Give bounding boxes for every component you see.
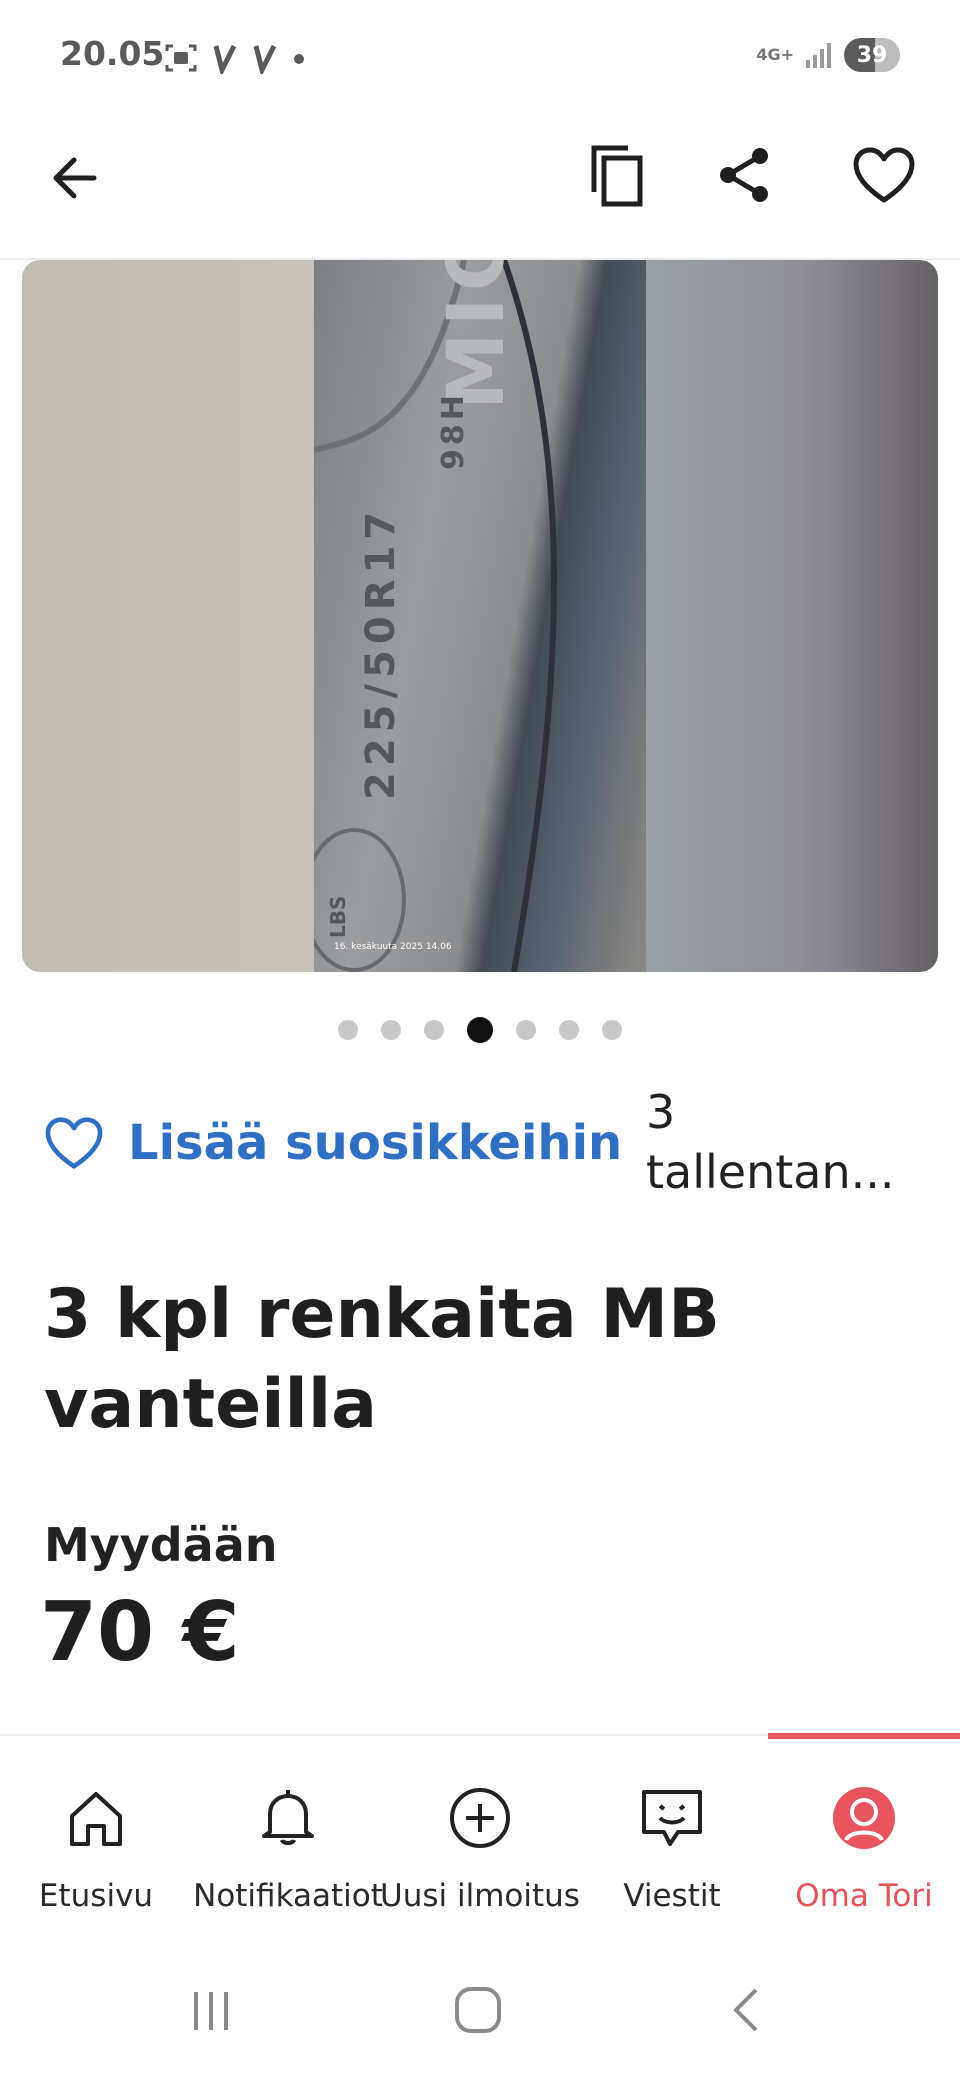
nav-item-etusivu[interactable]: Etusivu	[0, 1736, 192, 1936]
plus-circle-icon	[450, 1788, 510, 1848]
status-notification-icons	[164, 40, 306, 76]
saves-count-number: 3	[646, 1085, 676, 1139]
share-icon[interactable]	[714, 144, 774, 206]
bell-icon	[262, 1790, 314, 1845]
home-button-icon[interactable]	[452, 1984, 504, 2036]
carousel-dot[interactable]	[516, 1020, 536, 1040]
recent-apps-icon[interactable]	[186, 1986, 236, 2036]
carousel-dot[interactable]	[602, 1020, 622, 1040]
photo-timestamp: 16. kesäkuuta 2025 14.06	[334, 942, 452, 952]
nav-item-viestit[interactable]: Viestit	[576, 1736, 768, 1936]
top-app-bar	[0, 110, 960, 260]
heart-outline-icon[interactable]	[852, 146, 916, 204]
tire-load-unit: LBS	[326, 895, 350, 938]
home-icon	[70, 1792, 122, 1846]
add-to-favorites-label: Lisää suosikkeihin	[128, 1115, 623, 1171]
v-app-icon	[213, 44, 237, 74]
bottom-navigation: Etusivu Notifikaatiot Uusi ilmoitus Vies…	[0, 1733, 960, 1936]
system-navigation-bar	[0, 1960, 960, 2070]
carousel-dot-active[interactable]	[467, 1017, 493, 1043]
nav-item-notifikaatiot[interactable]: Notifikaatiot	[192, 1736, 384, 1936]
carousel-indicator	[0, 1017, 960, 1043]
carousel-dot[interactable]	[424, 1020, 444, 1040]
carousel-dot[interactable]	[559, 1020, 579, 1040]
screenshot-icon	[165, 44, 197, 72]
listing-title: 3 kpl renkaita MB vanteilla	[44, 1275, 720, 1444]
copy-icon[interactable]	[586, 142, 648, 208]
nav-item-uusi-ilmoitus[interactable]: Uusi ilmoitus	[380, 1736, 580, 1936]
nav-label: Oma Tori	[795, 1878, 933, 1914]
profile-icon	[833, 1787, 895, 1849]
tire-load-index: 98H	[436, 391, 471, 470]
listing-photo[interactable]: MICHELIN 225/50R17 98H LBS 16. kesäkuuta…	[22, 260, 938, 972]
battery-indicator: 39	[844, 38, 900, 72]
arrow-left-icon[interactable]	[48, 150, 104, 206]
saves-count-text: tallentan...	[646, 1145, 895, 1199]
back-button-icon[interactable]	[726, 1984, 766, 2036]
status-system-icons: 4G+ 39	[756, 38, 900, 72]
chat-icon	[642, 1790, 702, 1846]
listing-price: 70 €	[40, 1585, 240, 1680]
network-type: 4G+	[756, 45, 794, 64]
sale-type: Myydään	[44, 1518, 278, 1572]
saves-count: 3 tallentan...	[646, 1082, 926, 1202]
signal-icon	[806, 43, 831, 68]
tire-brand: MICHELIN	[432, 260, 522, 410]
more-notifications-dot-icon	[294, 54, 304, 64]
carousel-dot[interactable]	[338, 1020, 358, 1040]
v-app-icon-2	[253, 44, 277, 74]
carousel-dot[interactable]	[381, 1020, 401, 1040]
add-to-favorites-button[interactable]: Lisää suosikkeihin	[44, 1115, 622, 1171]
nav-item-oma-tori[interactable]: Oma Tori	[768, 1736, 960, 1936]
heart-outline-icon	[45, 1117, 103, 1169]
tire-photo: MICHELIN 225/50R17 98H LBS	[314, 260, 646, 972]
tire-size: 225/50R17	[358, 505, 404, 800]
status-time: 20.05	[60, 34, 165, 73]
